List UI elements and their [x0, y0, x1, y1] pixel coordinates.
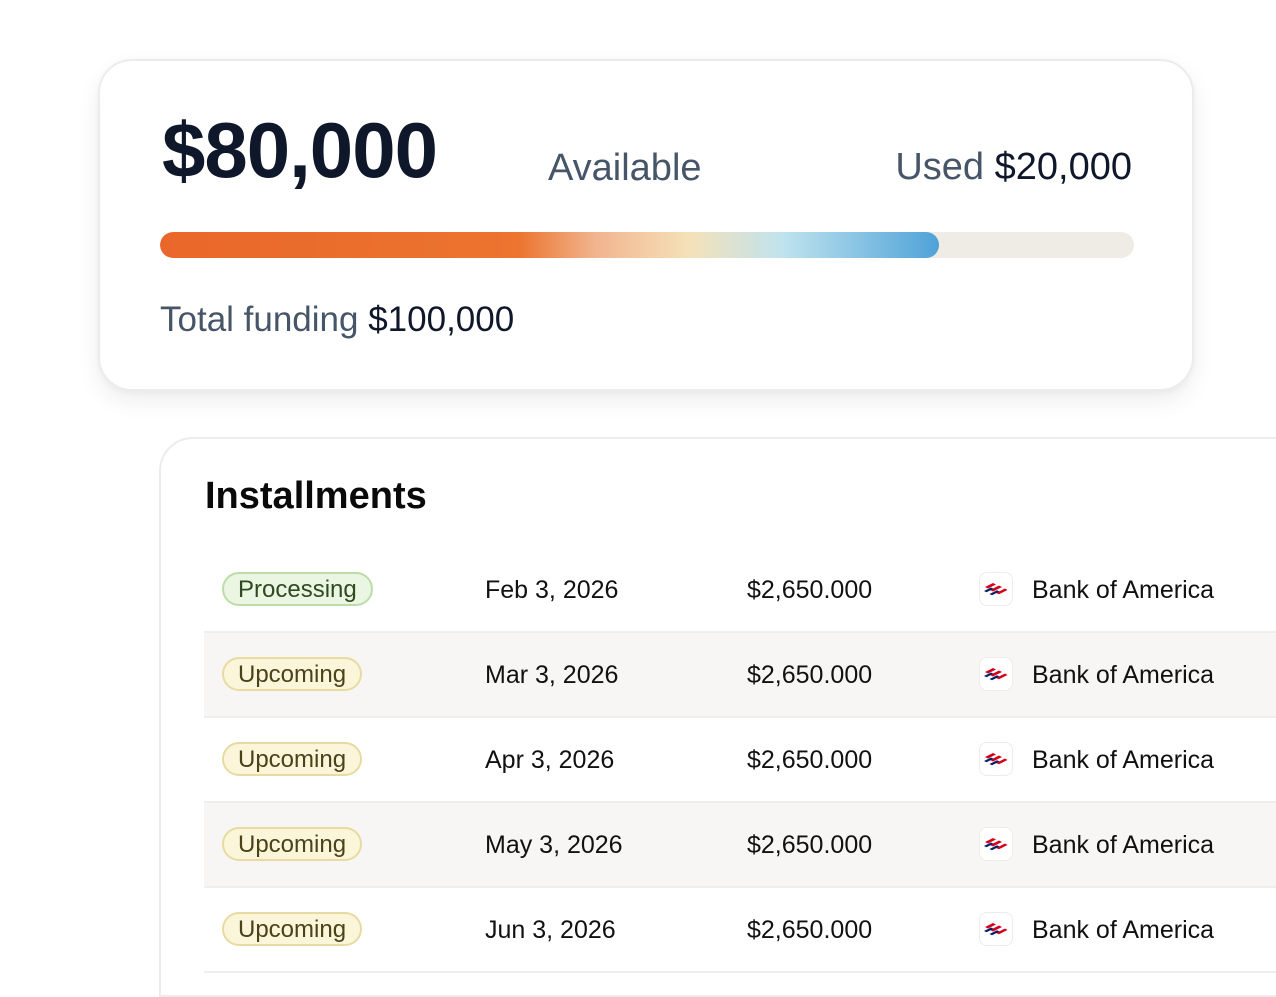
- funding-summary-card: $80,000 Available Used $20,000 Total fun…: [98, 59, 1194, 391]
- installment-row[interactable]: Upcoming Mar 3, 2026 $2,650.000 Bank of …: [204, 633, 1276, 718]
- status-badge: Upcoming: [222, 912, 363, 946]
- bank-of-america-flag-icon: [979, 827, 1013, 861]
- installment-date: May 3, 2026: [485, 831, 623, 859]
- available-amount: $80,000: [162, 106, 438, 194]
- total-funding-amount: $100,000: [368, 300, 515, 339]
- installment-date: Mar 3, 2026: [485, 661, 619, 689]
- bank-name: Bank of America: [1032, 746, 1215, 774]
- bank-name: Bank of America: [1032, 916, 1215, 944]
- bank-of-america-flag-icon: [979, 572, 1013, 606]
- installment-amount: $2,650.000: [747, 746, 873, 774]
- installments-title: Installments: [205, 475, 427, 517]
- installment-row[interactable]: Upcoming Jun 3, 2026 $2,650.000 Bank of …: [204, 888, 1276, 973]
- installments-card: Installments Processing Feb 3, 2026 $2,6…: [159, 437, 1276, 997]
- bank-name: Bank of America: [1032, 576, 1215, 604]
- status-badge: Upcoming: [222, 827, 363, 861]
- funding-progress-track: [160, 232, 1134, 258]
- installment-row[interactable]: Upcoming Apr 3, 2026 $2,650.000 Bank of …: [204, 718, 1276, 803]
- installment-date: Apr 3, 2026: [485, 746, 615, 774]
- status-badge: Upcoming: [222, 742, 363, 776]
- installment-amount: $2,650.000: [747, 831, 873, 859]
- used-label: Used: [895, 146, 985, 188]
- installment-amount: $2,650.000: [747, 916, 873, 944]
- total-funding: Total funding $100,000: [160, 302, 514, 337]
- installment-amount: $2,650.000: [747, 661, 873, 689]
- bank-of-america-flag-icon: [979, 657, 1013, 691]
- installment-date: Feb 3, 2026: [485, 576, 619, 604]
- installment-row[interactable]: Upcoming May 3, 2026 $2,650.000 Bank of …: [204, 803, 1276, 888]
- installment-date: Jun 3, 2026: [485, 916, 616, 944]
- available-label: Available: [548, 147, 702, 189]
- installments-list: Processing Feb 3, 2026 $2,650.000 Bank o…: [204, 548, 1276, 973]
- status-badge: Upcoming: [222, 657, 363, 691]
- used-amount: $20,000: [994, 146, 1132, 188]
- funding-progress-fill: [160, 232, 940, 258]
- total-funding-label: Total funding: [160, 300, 359, 339]
- installment-row[interactable]: Processing Feb 3, 2026 $2,650.000 Bank o…: [204, 548, 1276, 633]
- bank-name: Bank of America: [1032, 661, 1215, 689]
- bank-name: Bank of America: [1032, 831, 1215, 859]
- bank-of-america-flag-icon: [979, 742, 1013, 776]
- used-summary: Used $20,000: [895, 148, 1132, 186]
- bank-of-america-flag-icon: [979, 912, 1013, 946]
- installment-amount: $2,650.000: [747, 576, 873, 604]
- status-badge: Processing: [222, 572, 373, 606]
